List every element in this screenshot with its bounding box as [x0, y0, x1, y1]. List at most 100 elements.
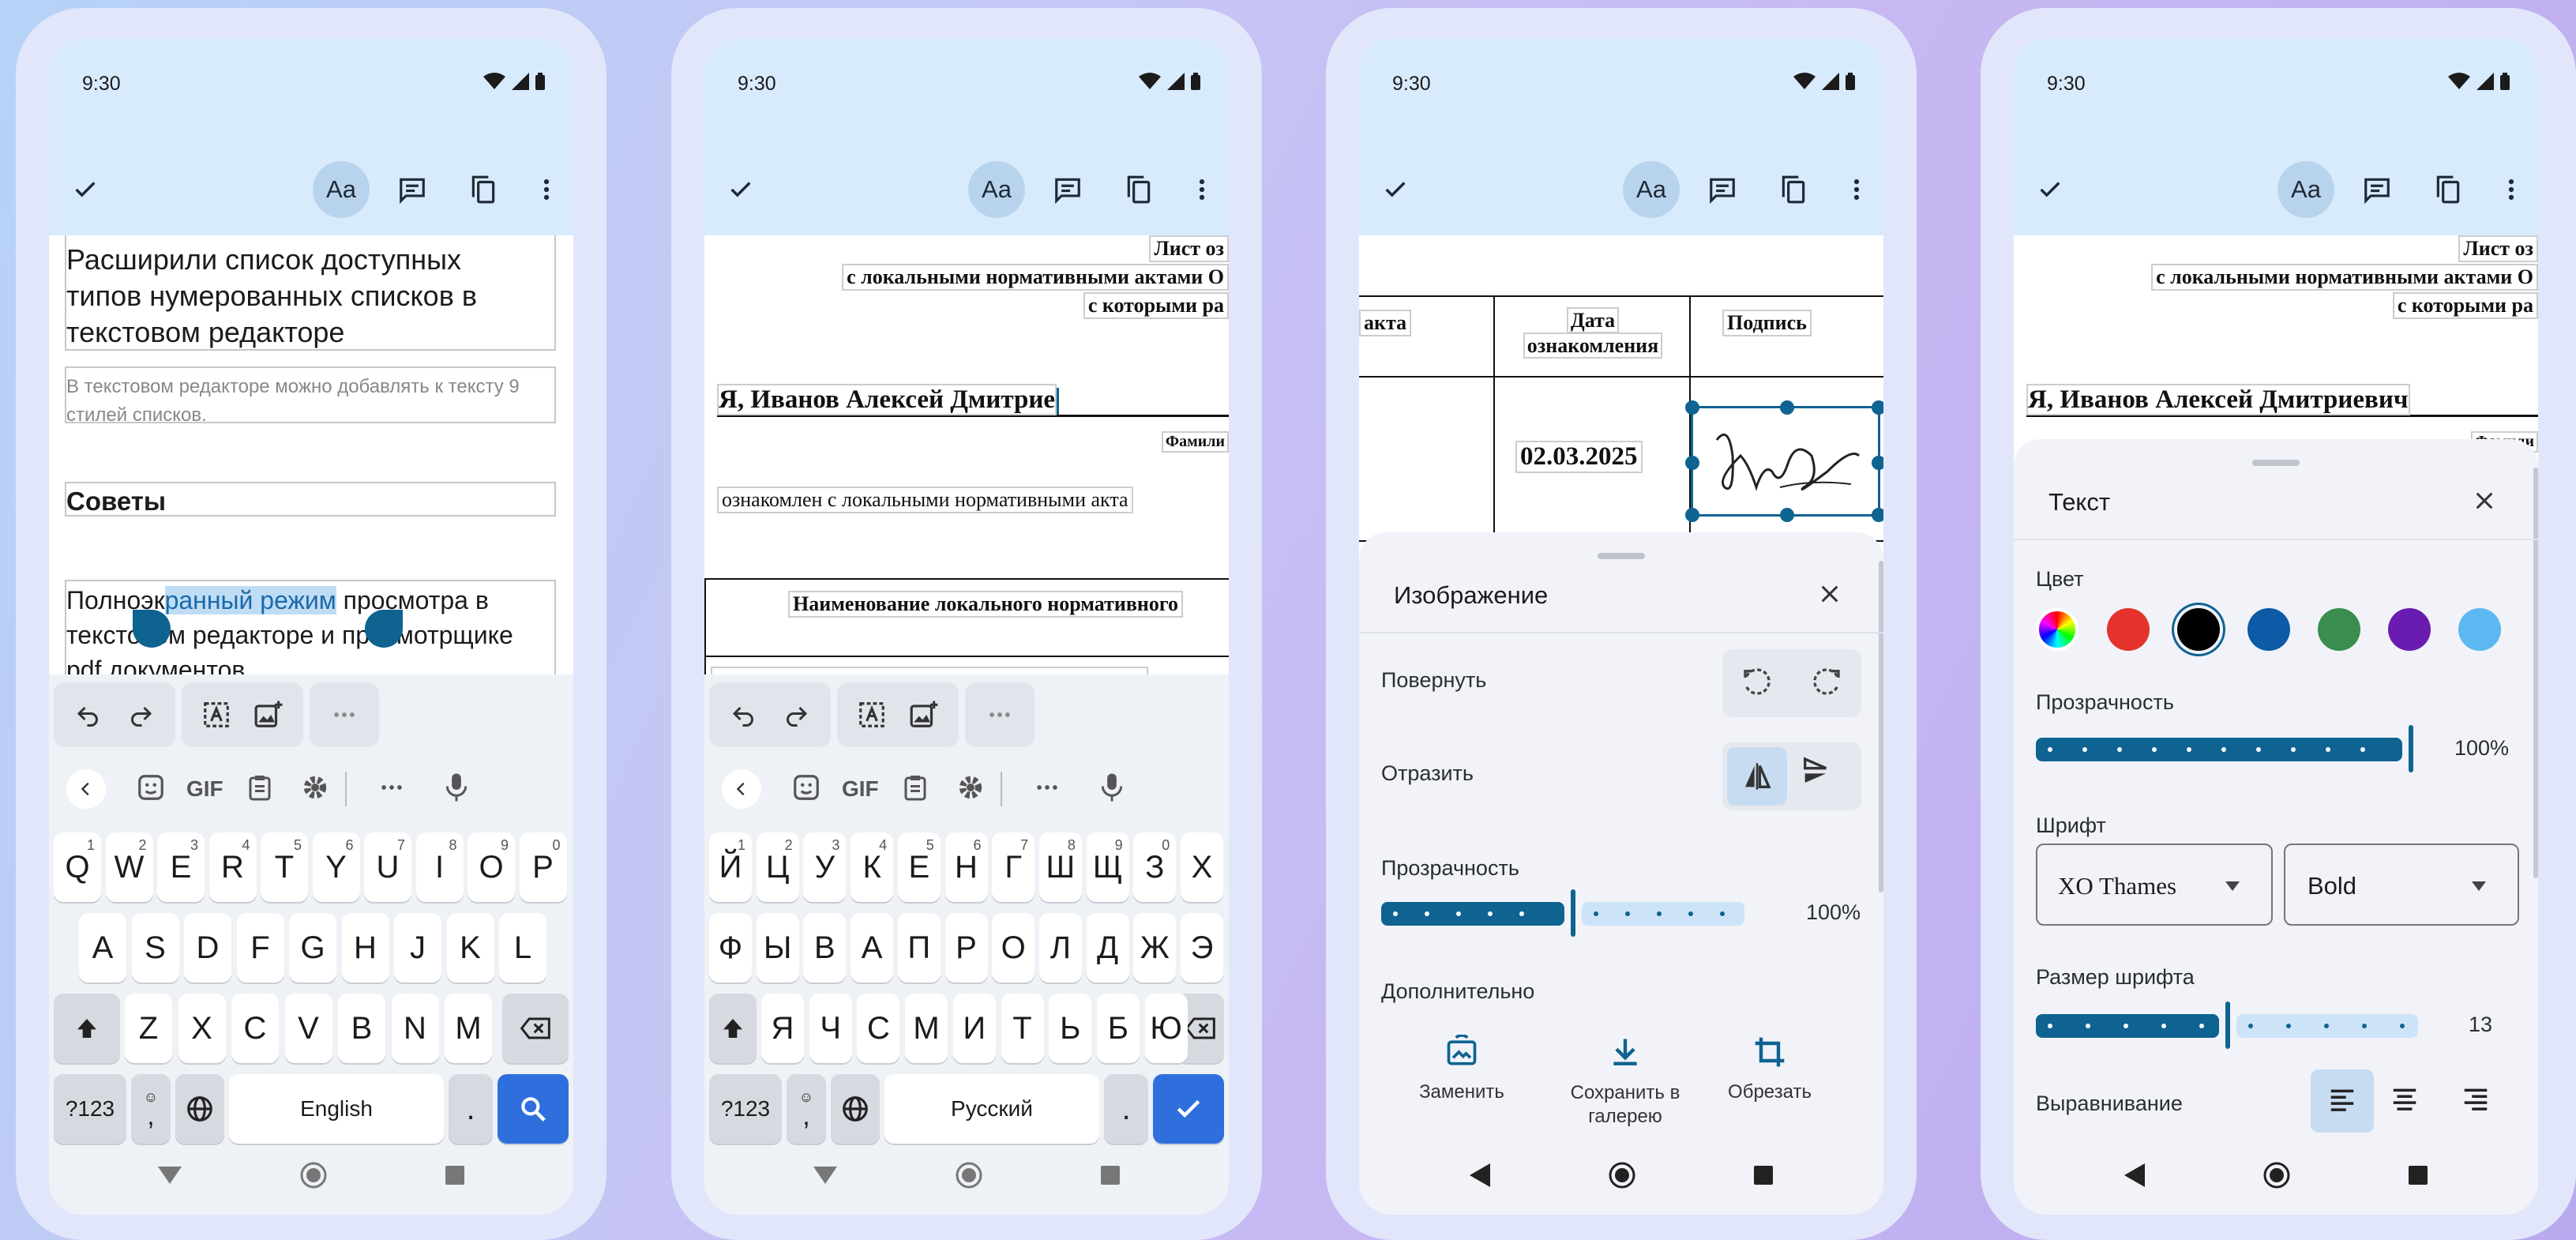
key-1[interactable]: Ф: [709, 913, 752, 983]
period-key[interactable]: .: [449, 1074, 493, 1144]
align-right-icon[interactable]: [2461, 1085, 2491, 1119]
undo-icon[interactable]: [720, 691, 768, 738]
globe-icon[interactable]: [175, 1074, 224, 1144]
key-5[interactable]: П: [897, 913, 941, 983]
key-6[interactable]: Y6: [312, 832, 360, 902]
key-5[interactable]: G: [289, 913, 336, 983]
key-9[interactable]: Д: [1086, 913, 1129, 983]
slider-thumb[interactable]: [1571, 889, 1575, 937]
drag-handle[interactable]: [1598, 553, 1645, 559]
more-vert-icon[interactable]: [518, 161, 573, 218]
done-check-icon[interactable]: [57, 161, 114, 218]
period-key[interactable]: .: [1104, 1074, 1148, 1144]
search-key[interactable]: [498, 1074, 569, 1144]
add-image-icon[interactable]: [245, 691, 292, 738]
key-3[interactable]: С: [857, 994, 900, 1063]
nav-recents-icon[interactable]: [1101, 1166, 1120, 1185]
copy-icon[interactable]: [1765, 161, 1822, 218]
comment-icon[interactable]: [384, 161, 441, 218]
color-picker-wheel[interactable]: [2036, 608, 2078, 651]
key-8[interactable]: I8: [415, 832, 464, 902]
key-4[interactable]: R4: [208, 832, 257, 902]
resize-handle[interactable]: [1872, 456, 1883, 470]
redo-icon[interactable]: [117, 691, 164, 738]
text-box-icon[interactable]: [848, 691, 896, 738]
rotate-right-icon[interactable]: [1811, 666, 1842, 701]
key-1[interactable]: Й1: [709, 832, 752, 902]
gif-button[interactable]: GIF: [186, 776, 223, 802]
copy-icon[interactable]: [455, 161, 512, 218]
more-vert-icon[interactable]: [1173, 161, 1229, 218]
align-left-icon[interactable]: [2311, 1069, 2374, 1133]
resize-handle[interactable]: [1872, 508, 1883, 522]
document-view[interactable]: Лист оз с локальными нормативными актами…: [704, 235, 1229, 709]
key-10[interactable]: З0: [1133, 832, 1177, 902]
font-size-slider[interactable]: [2036, 1001, 2424, 1049]
symbols-key[interactable]: ?123: [709, 1074, 782, 1144]
document-editor[interactable]: Расширили список доступных типов нумеров…: [49, 235, 573, 709]
key-6[interactable]: N: [391, 994, 439, 1063]
key-2[interactable]: S: [131, 913, 179, 983]
nav-recents-icon[interactable]: [1754, 1166, 1773, 1185]
key-8[interactable]: Ш8: [1038, 832, 1082, 902]
back-arrow-icon[interactable]: [722, 769, 761, 809]
more-vert-icon[interactable]: [2483, 161, 2538, 218]
key-2[interactable]: Ц2: [756, 832, 799, 902]
key-5[interactable]: B: [338, 994, 385, 1063]
key-11[interactable]: Э: [1181, 913, 1223, 983]
key-6[interactable]: Р: [944, 913, 988, 983]
nav-recents-icon[interactable]: [445, 1166, 464, 1185]
align-center-icon[interactable]: [2390, 1085, 2420, 1119]
slider-thumb[interactable]: [2225, 1001, 2230, 1049]
key-2[interactable]: X: [178, 994, 226, 1063]
text-format-icon[interactable]: Aa: [313, 161, 370, 218]
microphone-icon[interactable]: [445, 772, 468, 806]
color-swatch[interactable]: [2107, 608, 2150, 651]
key-5[interactable]: И: [952, 994, 996, 1063]
key-1[interactable]: Q1: [54, 832, 101, 902]
sticker-icon[interactable]: [136, 772, 166, 806]
key-6[interactable]: Т: [1001, 994, 1044, 1063]
description-block[interactable]: В текстовом редакторе можно добавлять к …: [65, 366, 556, 426]
key-7[interactable]: Ь: [1049, 994, 1092, 1063]
done-check-icon[interactable]: [1367, 161, 1424, 218]
nav-back-icon[interactable]: [1470, 1163, 1490, 1187]
key-7[interactable]: J: [394, 913, 441, 983]
key-8[interactable]: Л: [1038, 913, 1082, 983]
replace-button[interactable]: Заменить: [1406, 1034, 1517, 1103]
more-horiz-icon[interactable]: [378, 774, 405, 805]
settings-gear-icon[interactable]: [955, 772, 986, 807]
close-icon[interactable]: [2472, 488, 2497, 517]
signature-image[interactable]: [1685, 400, 1883, 522]
sticker-icon[interactable]: [791, 772, 821, 806]
key-4[interactable]: А: [851, 913, 894, 983]
more-horiz-icon[interactable]: [1034, 774, 1061, 805]
settings-gear-icon[interactable]: [299, 772, 331, 807]
globe-icon[interactable]: [831, 1074, 880, 1144]
nav-recents-icon[interactable]: [2409, 1166, 2428, 1185]
nav-home-icon[interactable]: [2263, 1162, 2290, 1189]
key-5[interactable]: T5: [261, 832, 308, 902]
key-7[interactable]: О: [992, 913, 1035, 983]
color-swatch[interactable]: [2247, 608, 2290, 651]
flip-horizontal-icon[interactable]: [1727, 747, 1787, 806]
crop-button[interactable]: Обрезать: [1714, 1035, 1825, 1103]
opacity-slider[interactable]: [2036, 725, 2416, 772]
nav-home-icon[interactable]: [956, 1162, 982, 1189]
selection-handle-left[interactable]: [133, 610, 171, 648]
done-check-icon[interactable]: [712, 161, 769, 218]
comma-key[interactable]: ☺,: [131, 1074, 171, 1144]
redo-icon[interactable]: [772, 691, 820, 738]
save-to-gallery-button[interactable]: Сохранить в галерею: [1550, 1035, 1700, 1129]
color-swatch[interactable]: [2318, 608, 2360, 651]
drag-handle[interactable]: [2252, 460, 2300, 466]
key-4[interactable]: К4: [851, 832, 894, 902]
key-4[interactable]: V: [284, 994, 332, 1063]
text-format-icon[interactable]: Aa: [2277, 161, 2334, 218]
key-9[interactable]: L: [499, 913, 546, 983]
key-3[interactable]: В: [803, 913, 847, 983]
opacity-slider[interactable]: [1381, 889, 1744, 937]
key-6[interactable]: H: [341, 913, 389, 983]
more-horiz-icon[interactable]: [976, 691, 1023, 738]
scrollbar[interactable]: [2533, 468, 2538, 878]
